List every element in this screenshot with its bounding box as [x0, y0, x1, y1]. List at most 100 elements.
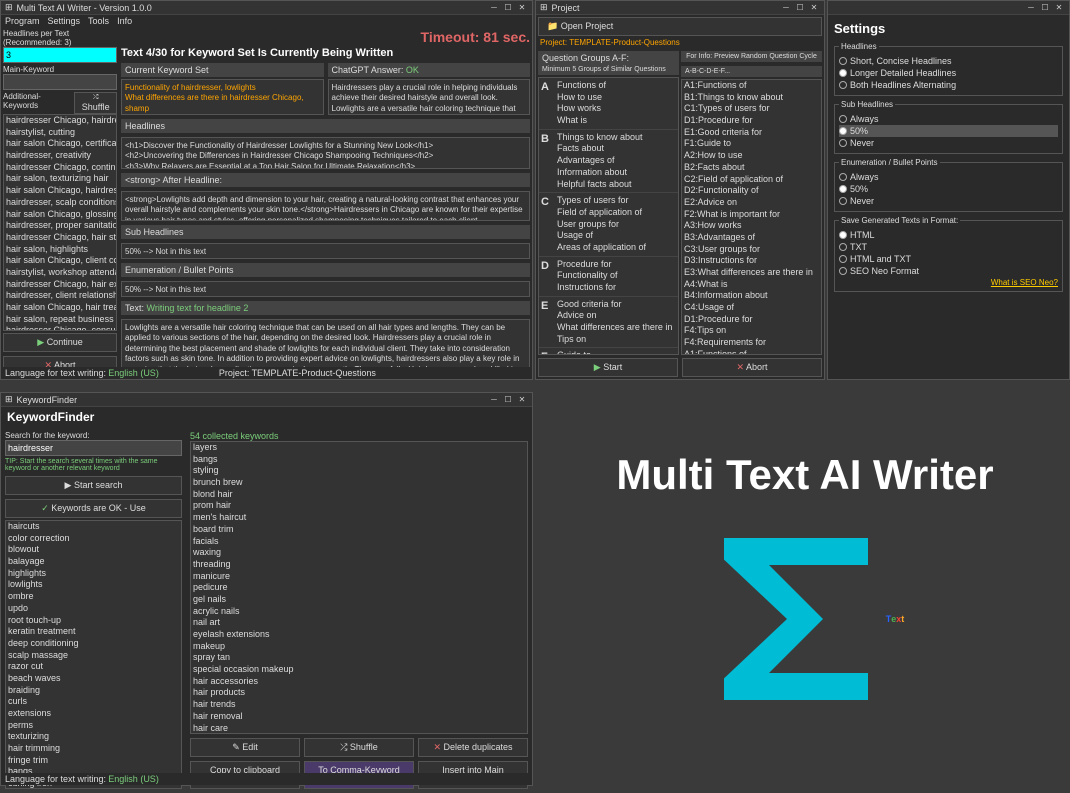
list-item[interactable]: texturizing	[6, 731, 181, 743]
list-item[interactable]: D1:Procedure for	[682, 314, 821, 326]
radio-long-headlines[interactable]: Longer Detailed Headlines	[839, 67, 1058, 79]
keywords-ok-button[interactable]: ✓ Keywords are OK - Use	[5, 499, 182, 518]
list-item[interactable]: prom hair	[191, 500, 527, 512]
list-item[interactable]: Field of application of	[555, 207, 676, 219]
menu-settings[interactable]: Settings	[48, 16, 81, 26]
list-item[interactable]: Functions of	[555, 80, 676, 92]
list-item[interactable]: pedicure	[191, 582, 527, 594]
continue-button[interactable]: ▶ Continue	[3, 333, 117, 352]
list-item[interactable]: hair salon, repeat business	[4, 314, 116, 326]
list-item[interactable]: styling	[191, 465, 527, 477]
headlines-per-text-input[interactable]	[3, 47, 117, 63]
list-item[interactable]: brunch brew	[191, 477, 527, 489]
list-item[interactable]: Instructions for	[555, 282, 676, 294]
list-item[interactable]: How works	[555, 103, 676, 115]
list-item[interactable]: waxing	[191, 547, 527, 559]
list-item[interactable]: hair products	[191, 687, 527, 699]
list-item[interactable]: razor cut	[6, 661, 181, 673]
list-item[interactable]: bangs	[191, 454, 527, 466]
close-button[interactable]: ✕	[516, 3, 528, 13]
list-item[interactable]: layers	[191, 442, 527, 454]
list-item[interactable]: gel nails	[191, 594, 527, 606]
list-item[interactable]: manicure	[191, 571, 527, 583]
list-item[interactable]: beach waves	[6, 673, 181, 685]
list-item[interactable]: hair trends	[191, 699, 527, 711]
list-item[interactable]: balayage	[6, 556, 181, 568]
minimize-button[interactable]: ─	[488, 395, 500, 405]
list-item[interactable]: Usage of	[555, 230, 676, 242]
radio-sub-50[interactable]: 50%	[839, 125, 1058, 137]
radio-enum-never[interactable]: Never	[839, 195, 1058, 207]
list-item[interactable]: B4:Information about	[682, 290, 821, 302]
list-item[interactable]: hairstylist, cutting	[4, 127, 116, 139]
list-item[interactable]: Types of users for	[555, 195, 676, 207]
list-item[interactable]: keratin treatment	[6, 626, 181, 638]
list-item[interactable]: E2:Advice on	[682, 197, 821, 209]
approved-keywords-listbox[interactable]: haircutscolor correctionblowoutbalayageh…	[5, 520, 182, 789]
list-item[interactable]: A2:How to use	[682, 150, 821, 162]
list-item[interactable]: Functionality of	[555, 270, 676, 282]
maximize-button[interactable]: ☐	[502, 3, 514, 13]
shuffle-button[interactable]: ⤮ Shuffle	[74, 92, 117, 114]
list-item[interactable]: C1:Types of users for	[682, 103, 821, 115]
list-item[interactable]: C2:Field of application of	[682, 174, 821, 186]
list-item[interactable]: hair accessories	[191, 676, 527, 688]
list-item[interactable]: hair salon Chicago, client communication	[4, 255, 116, 267]
list-item[interactable]: Information about	[555, 167, 676, 179]
list-item[interactable]: special occasion makeup	[191, 664, 527, 676]
list-item[interactable]: A1:Functions of	[682, 80, 821, 92]
minimize-button[interactable]: ─	[780, 3, 792, 13]
shuffle-button[interactable]: ⤮ Shuffle	[304, 738, 414, 757]
list-item[interactable]: hairdresser Chicago, continued education	[4, 162, 116, 174]
radio-html[interactable]: HTML	[839, 229, 1058, 241]
maximize-button[interactable]: ☐	[502, 395, 514, 405]
list-item[interactable]: F4:Tips on	[682, 325, 821, 337]
list-item[interactable]: lowlights	[6, 579, 181, 591]
list-item[interactable]: hair salon Chicago, hairdressing tools	[4, 185, 116, 197]
close-button[interactable]: ✕	[516, 395, 528, 405]
list-item[interactable]: Helpful facts about	[555, 179, 676, 191]
close-button[interactable]: ✕	[1053, 3, 1065, 13]
menu-tools[interactable]: Tools	[88, 16, 109, 26]
radio-sub-never[interactable]: Never	[839, 137, 1058, 149]
list-item[interactable]: B2:Facts about	[682, 162, 821, 174]
list-item[interactable]: eyelash extensions	[191, 629, 527, 641]
list-item[interactable]: hair removal	[191, 711, 527, 723]
radio-html-txt[interactable]: HTML and TXT	[839, 253, 1058, 265]
list-item[interactable]: Advice on	[555, 310, 676, 322]
radio-txt[interactable]: TXT	[839, 241, 1058, 253]
list-item[interactable]: E1:Good criteria for	[682, 127, 821, 139]
question-cycle-listbox[interactable]: A1:Functions ofB1:Things to know aboutC1…	[681, 79, 822, 355]
delete-duplicates-button[interactable]: ✕ Delete duplicates	[418, 738, 528, 757]
list-item[interactable]: blond hair	[191, 489, 527, 501]
list-item[interactable]: What differences are there in	[555, 322, 676, 334]
search-input[interactable]	[5, 440, 182, 456]
list-item[interactable]: A1:Functions of	[682, 349, 821, 355]
radio-short-headlines[interactable]: Short, Concise Headlines	[839, 55, 1058, 67]
keywords-listbox[interactable]: hairdresser Chicago, hairdressing styles…	[3, 114, 117, 331]
list-item[interactable]: acrylic nails	[191, 606, 527, 618]
list-item[interactable]: hairdresser Chicago, hair styling	[4, 232, 116, 244]
list-item[interactable]: facials	[191, 536, 527, 548]
list-item[interactable]: Advantages of	[555, 155, 676, 167]
edit-button[interactable]: ✎ Edit	[190, 738, 300, 757]
list-item[interactable]: Things to know about	[555, 132, 676, 144]
list-item[interactable]: Tips on	[555, 334, 676, 346]
minimize-button[interactable]: ─	[488, 3, 500, 13]
start-search-button[interactable]: ▶ Start search	[5, 476, 182, 495]
list-item[interactable]: hair salon, highlights	[4, 244, 116, 256]
list-item[interactable]: hair care	[191, 723, 527, 735]
list-item[interactable]: hairdresser Chicago, hairdressing styles	[4, 115, 116, 127]
list-item[interactable]: hairdresser, creativity	[4, 150, 116, 162]
list-item[interactable]: nail art	[191, 617, 527, 629]
radio-both-headlines[interactable]: Both Headlines Alternating	[839, 79, 1058, 91]
list-item[interactable]: B1:Things to know about	[682, 92, 821, 104]
list-item[interactable]: Guide to	[555, 350, 676, 355]
list-item[interactable]: C4:Usage of	[682, 302, 821, 314]
radio-seo-neo[interactable]: SEO Neo Format	[839, 265, 1058, 277]
list-item[interactable]: extensions	[6, 708, 181, 720]
list-item[interactable]: D3:Instructions for	[682, 255, 821, 267]
list-item[interactable]: hairstylist, workshop attendance	[4, 267, 116, 279]
question-groups-listbox[interactable]: AFunctions ofHow to useHow worksWhat isB…	[538, 77, 679, 355]
list-item[interactable]: blowout	[6, 544, 181, 556]
